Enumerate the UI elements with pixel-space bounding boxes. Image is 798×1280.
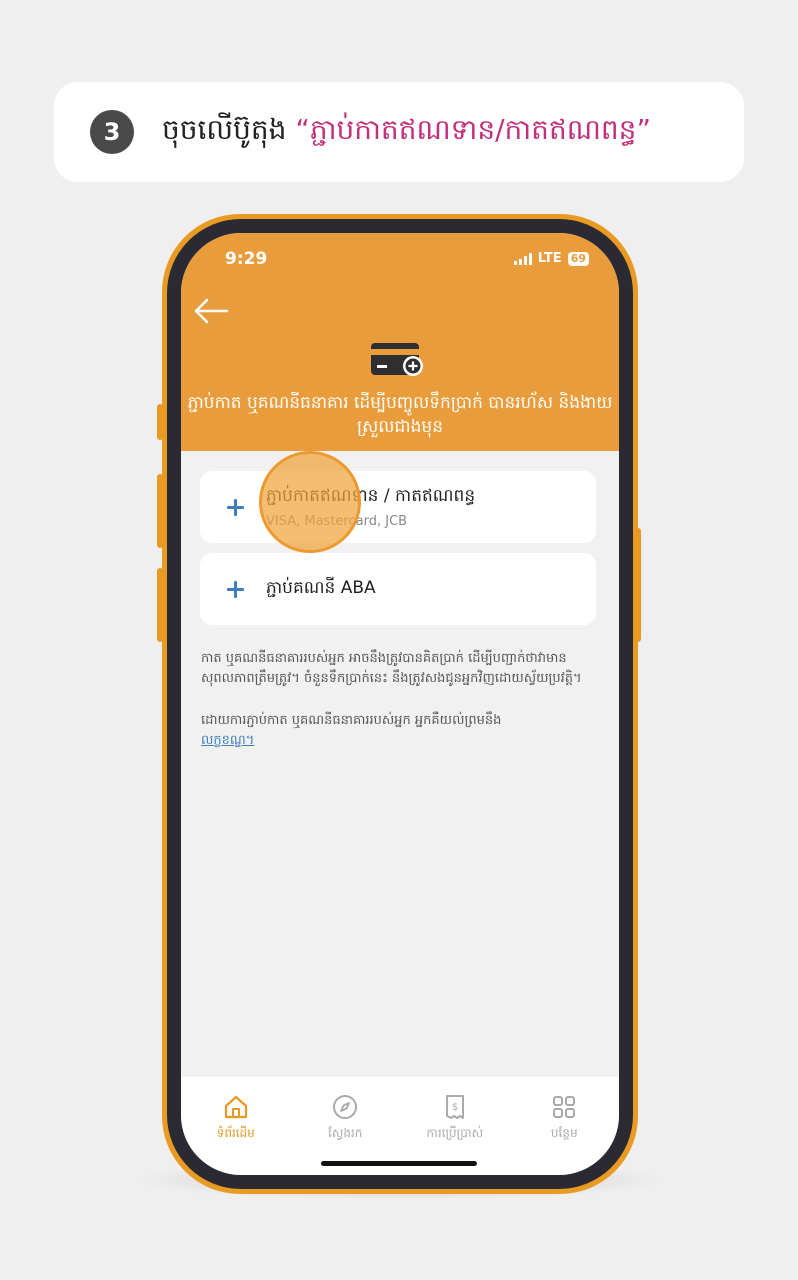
instruction-prefix: ចុចលើប៊ូតុង xyxy=(162,112,287,146)
network-label: LTE xyxy=(537,251,562,266)
battery-icon: 69 xyxy=(567,251,589,266)
card-add-icon xyxy=(371,343,423,376)
receipt-icon: $ xyxy=(445,1095,464,1119)
status-time: 9:29 xyxy=(225,249,268,269)
home-icon xyxy=(224,1095,247,1119)
compass-icon xyxy=(333,1095,358,1119)
header: 9:29 LTE 69 ភ្ជាប់កាត ឬគណនីធនាគារ ដើម្បី… xyxy=(181,233,619,451)
status-indicators: LTE 69 xyxy=(513,251,589,266)
instruction-highlight: “ភ្ជាប់កាតឥណទាន/កាតឥណពន្ធ” xyxy=(295,112,651,146)
signal-icon xyxy=(513,252,532,265)
info-text: កាត ឬគណនីធនាគាររបស់អ្នក អាចនឹងត្រូវបានគិ… xyxy=(201,649,597,751)
instruction-text: ចុចលើប៊ូតុង “ភ្ជាប់កាតឥណទាន/កាតឥណពន្ធ” xyxy=(162,112,651,153)
tab-label: បន្ថែម xyxy=(550,1126,578,1140)
link-aba-account-button[interactable]: ភ្ជាប់គណនី ABA xyxy=(200,553,596,625)
phone-frame: 9:29 LTE 69 ភ្ជាប់កាត ឬគណនីធនាគារ ដើម្បី… xyxy=(162,214,638,1194)
home-indicator[interactable] xyxy=(321,1161,477,1166)
info-paragraph: ដោយការភ្ជាប់កាត ឬគណនីធនាគាររបស់អ្នក អ្នក… xyxy=(201,711,597,751)
option-title: ភ្ជាប់គណនី ABA xyxy=(266,577,376,598)
plus-icon xyxy=(216,488,254,526)
tab-home[interactable]: ទំព័រដើម xyxy=(191,1093,281,1175)
tab-label: ស្វែងរក xyxy=(328,1126,363,1140)
tap-indicator xyxy=(259,451,361,553)
step-number-badge: 3 xyxy=(90,110,134,154)
arrow-left-icon[interactable] xyxy=(193,297,229,325)
header-description: ភ្ជាប់កាត ឬគណនីធនាគារ ដើម្បីបញ្ចូលទឹកប្រ… xyxy=(187,393,613,437)
instruction-card: 3 ចុចលើប៊ូតុង “ភ្ជាប់កាតឥណទាន/កាតឥណពន្ធ” xyxy=(54,82,744,182)
plus-icon xyxy=(216,570,254,608)
info-terms-text: ដោយការភ្ជាប់កាត ឬគណនីធនាគាររបស់អ្នក អ្នក… xyxy=(201,713,502,728)
tab-label: ការប្រើប្រាស់ xyxy=(426,1126,484,1140)
phone-screen: 9:29 LTE 69 ភ្ជាប់កាត ឬគណនីធនាគារ ដើម្បី… xyxy=(181,233,619,1175)
tab-label: ទំព័រដើម xyxy=(216,1126,255,1140)
grid-icon xyxy=(553,1096,576,1118)
terms-link[interactable]: លក្ខខណ្ឌ។ xyxy=(201,733,254,748)
svg-text:$: $ xyxy=(452,1102,458,1113)
phone-bezel: 9:29 LTE 69 ភ្ជាប់កាត ឬគណនីធនាគារ ដើម្បី… xyxy=(167,219,633,1189)
info-paragraph: កាត ឬគណនីធនាគាររបស់អ្នក អាចនឹងត្រូវបានគិ… xyxy=(201,651,582,686)
tab-more[interactable]: បន្ថែម xyxy=(519,1093,609,1175)
